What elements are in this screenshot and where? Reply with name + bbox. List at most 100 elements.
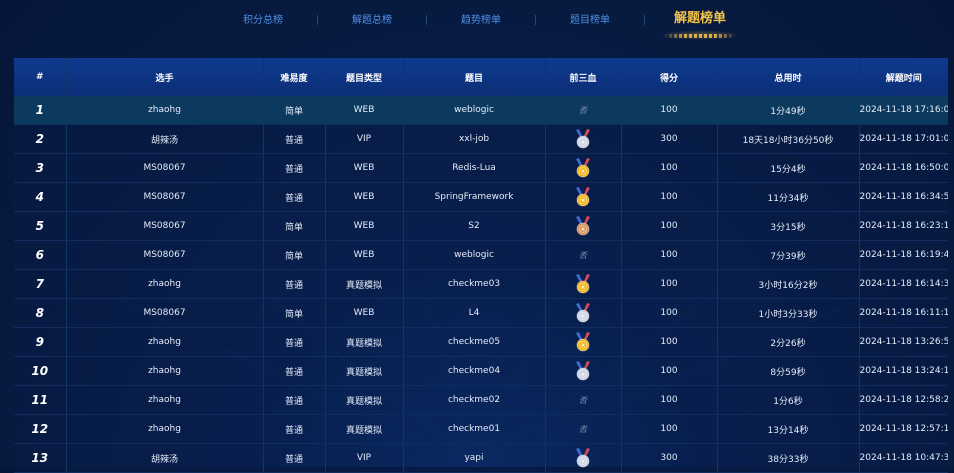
silver-medal-icon	[576, 361, 590, 381]
rank-cell: 10	[14, 356, 67, 386]
table-row[interactable]: 13 胡辣汤 普通 VIP yapi 300 38分33秒 2024-11-18 10:47:…	[14, 443, 948, 473]
gold-medal-icon	[576, 187, 590, 207]
challenge-cell: weblogic	[403, 96, 546, 125]
player-cell: MS08067	[66, 153, 264, 183]
col-challenge-header: 题目	[403, 58, 546, 96]
blood-cell	[545, 269, 622, 299]
challenge-cell: yapi	[403, 443, 546, 473]
col-type-header: 题目类型	[325, 58, 404, 96]
difficulty-cell: 简单	[263, 96, 326, 125]
table-row[interactable]: 7 zhaohg 普通 真题模拟 checkme03 100 3小时16分2秒 2024-11…	[14, 269, 948, 299]
player-cell: MS08067	[66, 211, 264, 241]
table-row[interactable]: 12 zhaohg 普通 真题模拟 checkme01 否 100 13分14秒 2024-11…	[14, 414, 948, 444]
type-cell: VIP	[325, 443, 404, 473]
player-cell: zhaohg	[66, 356, 264, 386]
challenge-cell: checkme01	[403, 414, 546, 444]
solve-leaderboard: # 选手 难易度 题目类型 题目 前三血 得分 总用时 解题时间 1 zhaohg 简单 WEB web…	[14, 58, 948, 473]
gold-medal-icon	[576, 158, 590, 178]
duration-cell: 1分49秒	[717, 96, 860, 125]
score-cell: 100	[621, 96, 718, 125]
player-cell: zhaohg	[66, 96, 264, 125]
table-row[interactable]: 3 MS08067 普通 WEB Redis-Lua 100 15分4秒 2024-11-18…	[14, 153, 948, 183]
table-row[interactable]: 10 zhaohg 普通 真题模拟 checkme04 100 8分59秒 2024-11-1…	[14, 356, 948, 386]
col-difficulty-header: 难易度	[263, 58, 326, 96]
challenge-cell: checkme05	[403, 327, 546, 357]
blood-cell	[545, 153, 622, 183]
table-row[interactable]: 11 zhaohg 普通 真题模拟 checkme02 否 100 1分6秒 2024-11-1…	[14, 385, 948, 415]
tab-score-total[interactable]: 积分总榜	[243, 10, 283, 32]
solve-time-cell: 2024-11-18 16:14:30	[859, 269, 948, 299]
active-tab-indicator	[664, 34, 736, 38]
duration-cell: 3分15秒	[717, 211, 860, 241]
duration-cell: 1小时3分33秒	[717, 298, 860, 328]
player-cell: zhaohg	[66, 414, 264, 444]
table-row[interactable]: 2 胡辣汤 普通 VIP xxl-job 300 18天18小时36分50秒 2024-11-…	[14, 124, 948, 154]
difficulty-cell: 普通	[263, 385, 326, 415]
player-cell: 胡辣汤	[66, 124, 264, 154]
rank-cell: 5	[14, 211, 67, 241]
silver-medal-icon	[576, 448, 590, 468]
type-cell: WEB	[325, 182, 404, 212]
player-cell: zhaohg	[66, 327, 264, 357]
solve-time-cell: 2024-11-18 16:11:14	[859, 298, 948, 328]
table-row[interactable]: 5 MS08067 简单 WEB S2 100 3分15秒 2024-11-18 16:23:…	[14, 211, 948, 241]
table-row[interactable]: 9 zhaohg 普通 真题模拟 checkme05 100 2分26秒 2024-11-18…	[14, 327, 948, 357]
blood-cell	[545, 327, 622, 357]
challenge-cell: xxl-job	[403, 124, 546, 154]
type-cell: 真题模拟	[325, 356, 404, 386]
blood-cell	[545, 356, 622, 386]
solve-time-cell: 2024-11-18 13:26:51	[859, 327, 948, 357]
tab-challenge-board[interactable]: 题目榜单	[570, 10, 610, 32]
table-row[interactable]: 1 zhaohg 简单 WEB weblogic 否 100 1分49秒 2024-11-18 …	[14, 96, 948, 125]
table-row[interactable]: 6 MS08067 简单 WEB weblogic 否 100 7分39秒 2024-11-18…	[14, 240, 948, 270]
type-cell: 真题模拟	[325, 414, 404, 444]
score-cell: 100	[621, 269, 718, 299]
col-solve-time-header: 解题时间	[885, 73, 922, 84]
challenge-cell: weblogic	[403, 240, 546, 270]
player-cell: 胡辣汤	[66, 443, 264, 473]
player-cell: zhaohg	[66, 385, 264, 415]
col-duration-header: 总用时	[717, 58, 860, 96]
difficulty-cell: 简单	[263, 298, 326, 328]
difficulty-cell: 普通	[263, 443, 326, 473]
tab-divider	[644, 15, 645, 25]
tab-solve-board[interactable]: 解题榜单	[674, 8, 726, 30]
rank-cell: 4	[14, 182, 67, 212]
type-cell: 真题模拟	[325, 269, 404, 299]
score-cell: 100	[621, 414, 718, 444]
duration-cell: 11分34秒	[717, 182, 860, 212]
challenge-cell: S2	[403, 211, 546, 241]
challenge-cell: SpringFramework	[403, 182, 546, 212]
leaderboard-table: # 选手 难易度 题目类型 题目 前三血 得分 总用时 解题时间 1 zhaohg 简单 WEB web…	[14, 58, 948, 473]
difficulty-cell: 普通	[263, 124, 326, 154]
difficulty-cell: 普通	[263, 414, 326, 444]
duration-cell: 3小时16分2秒	[717, 269, 860, 299]
tab-solve-total[interactable]: 解题总榜	[352, 10, 392, 32]
rank-cell: 11	[14, 385, 67, 415]
blood-cell	[545, 211, 622, 241]
type-cell: WEB	[325, 298, 404, 328]
type-cell: WEB	[325, 240, 404, 270]
col-rank-header: #	[14, 58, 67, 96]
duration-cell: 15分4秒	[717, 153, 860, 183]
solve-time-cell: 2024-11-18 12:58:26	[859, 385, 948, 415]
tab-trend[interactable]: 趋势榜单	[461, 10, 501, 32]
blood-cell	[545, 182, 622, 212]
blood-cell	[545, 124, 622, 154]
table-header-row: # 选手 难易度 题目类型 题目 前三血 得分 总用时 解题时间	[14, 58, 948, 96]
rank-cell: 8	[14, 298, 67, 328]
score-cell: 100	[621, 153, 718, 183]
type-cell: 真题模拟	[325, 385, 404, 415]
type-cell: 真题模拟	[325, 327, 404, 357]
solve-time-cell: 2024-11-18 13:24:19	[859, 356, 948, 386]
blood-cell	[545, 298, 622, 328]
difficulty-cell: 普通	[263, 153, 326, 183]
rank-cell: 9	[14, 327, 67, 357]
table-row[interactable]: 4 MS08067 普通 WEB SpringFramework 100 11分34秒 202…	[14, 182, 948, 212]
blood-cell	[545, 443, 622, 473]
solve-time-cell: 2024-11-18 16:23:11	[859, 211, 948, 241]
blood-cell: 否	[545, 96, 622, 125]
col-score-header: 得分	[621, 58, 718, 96]
col-player-header: 选手	[66, 58, 264, 96]
table-row[interactable]: 8 MS08067 简单 WEB L4 100 1小时3分33秒 2024-11-18 16:…	[14, 298, 948, 328]
